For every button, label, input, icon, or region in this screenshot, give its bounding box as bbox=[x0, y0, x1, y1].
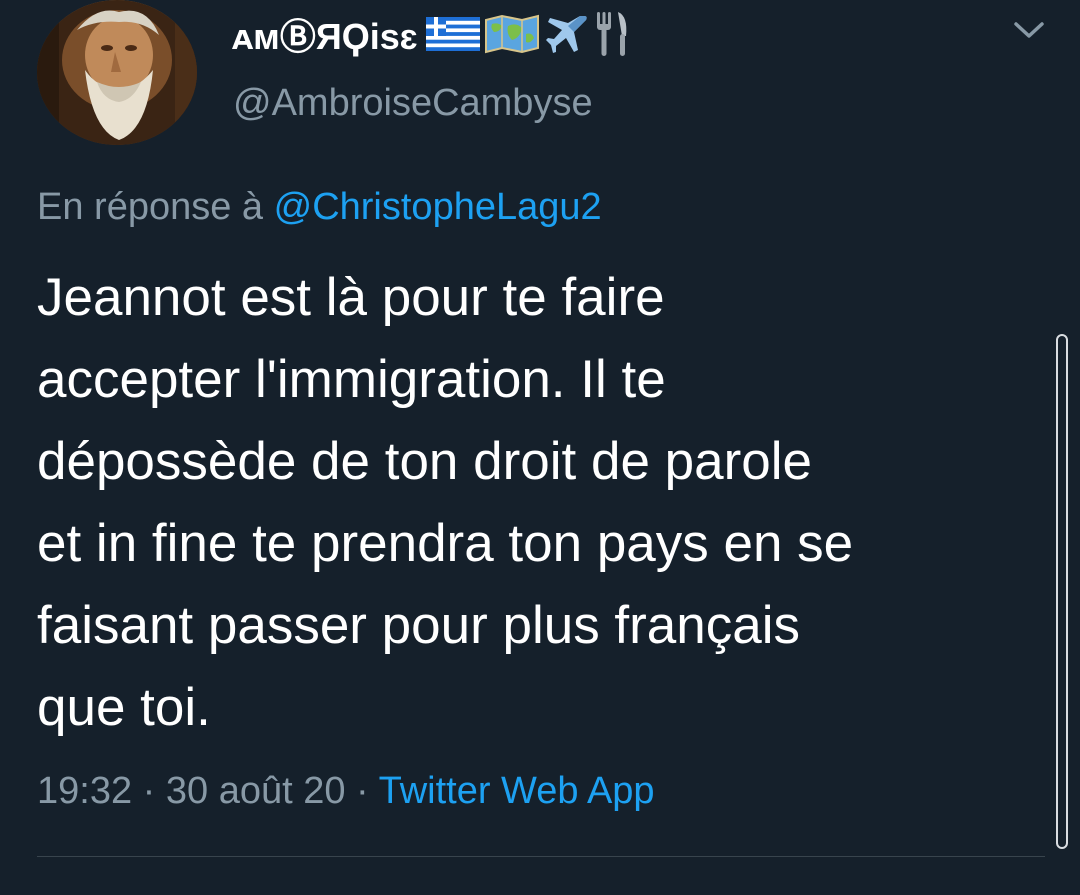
airplane-icon bbox=[545, 16, 587, 53]
reply-context: En réponse à @ChristopheLagu2 bbox=[37, 186, 602, 229]
display-name[interactable]: ᴀᴍⒷЯϘisɛ bbox=[232, 10, 630, 58]
chevron-down-icon[interactable] bbox=[1012, 16, 1046, 44]
avatar-portrait-image bbox=[37, 0, 197, 145]
tweet-text: Jeannot est là pour te faire accepter l'… bbox=[37, 268, 854, 737]
avatar[interactable] bbox=[37, 0, 197, 145]
tweet-source-link[interactable]: Twitter Web App bbox=[379, 770, 655, 812]
user-handle[interactable]: @AmbroiseCambyse bbox=[233, 82, 593, 125]
reply-prefix: En réponse à bbox=[37, 186, 264, 228]
tweet-timestamp[interactable]: 19:32 · 30 août 20 bbox=[37, 770, 345, 812]
fork-knife-icon bbox=[596, 12, 626, 56]
scrollbar[interactable] bbox=[1056, 334, 1068, 849]
name-emoji-group bbox=[425, 10, 630, 58]
divider bbox=[37, 856, 1045, 857]
display-name-text: ᴀᴍⒷЯϘisɛ bbox=[232, 16, 418, 57]
world-map-icon bbox=[484, 14, 539, 54]
reply-mention-link[interactable]: @ChristopheLagu2 bbox=[274, 186, 602, 228]
meta-separator: · bbox=[356, 770, 369, 812]
tweet-meta: 19:32 · 30 août 20 · Twitter Web App bbox=[37, 770, 655, 813]
greece-flag-icon bbox=[425, 17, 480, 51]
